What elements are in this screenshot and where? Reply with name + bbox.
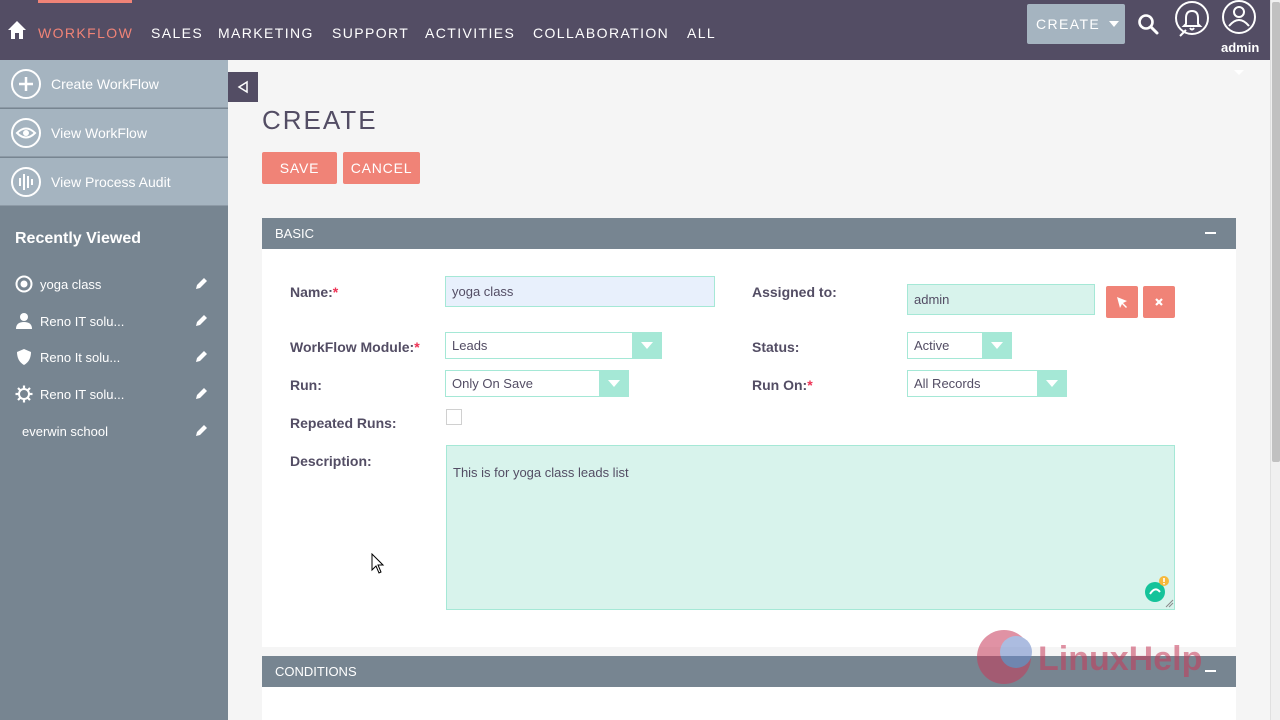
sidebar-collapse-button[interactable] <box>228 72 258 102</box>
recently-viewed-title: Recently Viewed <box>15 230 141 247</box>
run-on-label: Run On:* <box>752 377 813 393</box>
person-icon <box>16 313 32 329</box>
mouse-cursor-icon <box>371 553 385 574</box>
clear-user-button[interactable] <box>1143 286 1175 318</box>
chevron-down-icon <box>632 333 661 358</box>
sidebar-view-process-audit[interactable]: View Process Audit <box>0 158 228 206</box>
recent-item-label: Reno It solu... <box>40 349 121 365</box>
recent-item[interactable]: Reno IT solu... <box>0 306 228 336</box>
run-on-select[interactable]: All Records <box>907 370 1067 397</box>
cancel-button[interactable]: CANCEL <box>343 152 420 184</box>
name-label: Name:* <box>290 284 339 300</box>
shield-icon <box>17 349 31 365</box>
recent-item-label: everwin school <box>22 423 108 439</box>
basic-panel-header[interactable]: BASIC <box>262 218 1236 249</box>
triangle-left-icon <box>237 80 248 94</box>
nav-marketing[interactable]: MARKETING <box>218 25 314 41</box>
save-button[interactable]: SAVE <box>262 152 337 184</box>
close-icon <box>1155 298 1163 306</box>
create-menu-button[interactable]: CREATE <box>1027 4 1125 44</box>
repeated-runs-label: Repeated Runs: <box>290 415 397 431</box>
page-title: CREATE <box>262 105 378 135</box>
sidebar-action-label: View WorkFlow <box>51 124 147 141</box>
chevron-down-icon <box>1037 371 1066 396</box>
status-select[interactable]: Active <box>907 332 1012 359</box>
create-menu-label: CREATE <box>1036 16 1101 32</box>
user-name[interactable]: admin <box>1221 40 1259 55</box>
nav-collaboration[interactable]: COLLABORATION <box>533 25 669 41</box>
nav-workflow[interactable]: WORKFLOW <box>38 25 133 41</box>
sidebar-action-label: Create WorkFlow <box>51 75 159 92</box>
description-textarea[interactable]: This is for yoga class leads list <box>446 445 1175 610</box>
linuxhelp-watermark-logo: LinuxHelp <box>977 630 1202 684</box>
audit-bars-icon <box>11 166 41 197</box>
run-select[interactable]: Only On Save <box>445 370 629 397</box>
nav-activities[interactable]: ACTIVITIES <box>425 25 515 41</box>
watermark-text: LinuxHelp <box>1038 640 1202 678</box>
name-input[interactable]: yoga class <box>445 276 715 307</box>
sidebar: Create WorkFlow View WorkFlow View Proce… <box>0 60 228 720</box>
run-value: Only On Save <box>452 376 533 391</box>
arrow-pointer-icon <box>1117 297 1127 308</box>
chevron-down-icon <box>599 371 628 396</box>
conditions-panel-title: CONDITIONS <box>275 664 357 679</box>
select-user-button[interactable] <box>1106 286 1138 318</box>
conditions-panel-body <box>262 687 1236 720</box>
recent-item-label: Reno IT solu... <box>40 313 125 329</box>
vertical-scrollbar[interactable] <box>1270 0 1280 720</box>
pencil-icon[interactable] <box>194 350 208 364</box>
basic-panel-title: BASIC <box>275 226 315 241</box>
recent-item-label: Reno IT solu... <box>40 386 125 402</box>
pencil-icon[interactable] <box>194 387 208 401</box>
assigned-to-input[interactable]: admin <box>907 284 1095 315</box>
workflow-module-label: WorkFlow Module:* <box>290 339 420 355</box>
user-avatar-icon[interactable] <box>1221 0 1257 34</box>
top-nav: WORKFLOW SALES MARKETING SUPPORT ACTIVIT… <box>0 0 1270 60</box>
nav-all[interactable]: ALL <box>687 25 716 41</box>
recent-item-label: yoga class <box>40 276 102 292</box>
target-icon <box>15 275 33 293</box>
plus-circle-icon <box>11 68 41 99</box>
resize-handle-icon[interactable] <box>1164 598 1174 608</box>
run-on-value: All Records <box>914 376 981 391</box>
sidebar-view-workflow[interactable]: View WorkFlow <box>0 109 228 157</box>
pencil-icon[interactable] <box>194 277 208 291</box>
workflow-module-select[interactable]: Leads <box>445 332 662 359</box>
status-value: Active <box>914 338 950 353</box>
chevron-down-icon <box>982 333 1011 358</box>
recent-item[interactable]: Reno IT solu... <box>0 379 228 409</box>
collapse-minus-icon[interactable] <box>1205 232 1216 234</box>
nav-sales[interactable]: SALES <box>151 25 203 41</box>
assigned-to-label: Assigned to: <box>752 284 837 300</box>
chevron-down-icon <box>1109 21 1120 27</box>
recent-item[interactable]: yoga class <box>0 269 228 299</box>
recent-item[interactable]: everwin school <box>0 416 228 446</box>
search-icon[interactable] <box>1136 12 1160 36</box>
notification-bell-icon[interactable] <box>1174 0 1212 40</box>
scrollbar-thumb[interactable] <box>1272 2 1280 462</box>
sidebar-create-workflow[interactable]: Create WorkFlow <box>0 60 228 108</box>
status-label: Status: <box>752 339 800 355</box>
eye-icon <box>11 117 41 148</box>
active-tab-indicator <box>38 0 132 3</box>
pencil-icon[interactable] <box>194 424 208 438</box>
sidebar-action-label: View Process Audit <box>51 173 171 190</box>
run-label: Run: <box>290 377 322 393</box>
description-label: Description: <box>290 453 372 469</box>
recent-item[interactable]: Reno It solu... <box>0 342 228 372</box>
user-menu-caret-icon[interactable] <box>1234 70 1244 75</box>
home-icon[interactable] <box>6 19 28 41</box>
repeated-runs-checkbox[interactable] <box>446 409 462 425</box>
workflow-module-value: Leads <box>452 338 488 353</box>
nav-support[interactable]: SUPPORT <box>332 25 409 41</box>
pencil-icon[interactable] <box>194 314 208 328</box>
gear-icon <box>15 385 33 403</box>
